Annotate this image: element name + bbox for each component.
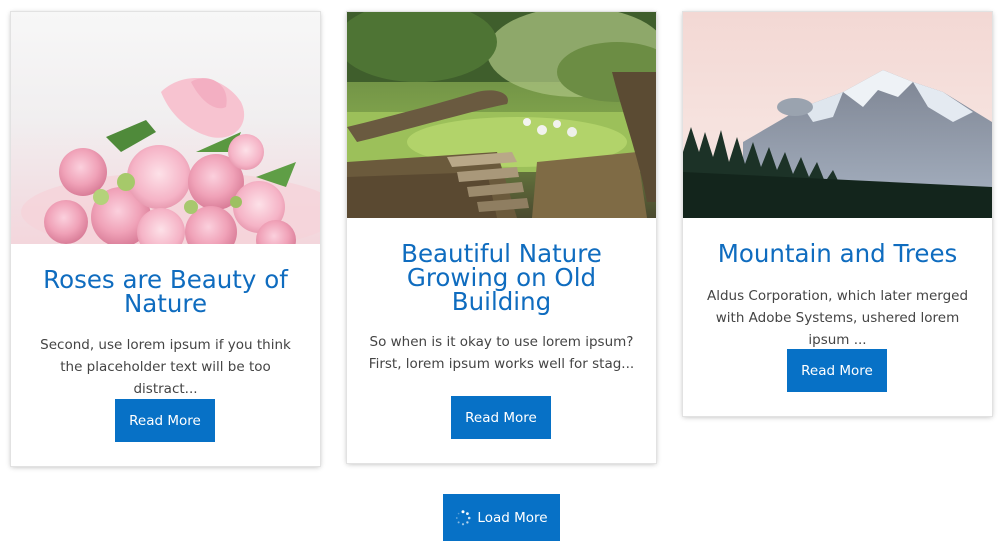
roses-image[interactable]: [11, 12, 320, 244]
read-more-button[interactable]: Read More: [451, 396, 551, 439]
read-more-button[interactable]: Read More: [787, 349, 887, 392]
card-title[interactable]: Mountain and Trees: [697, 241, 978, 266]
card-excerpt: Second, use lorem ipsum if you think the…: [40, 337, 291, 397]
card-excerpt: So when is it okay to use lorem ipsum? F…: [368, 334, 635, 372]
post-card-roses: Roses are Beauty of Nature Second, use l…: [11, 12, 320, 466]
card-title[interactable]: Roses are Beauty of Nature: [25, 267, 306, 316]
mountain-image[interactable]: [683, 12, 992, 218]
nature-building-image[interactable]: [347, 12, 656, 218]
card-excerpt: Aldus Corporation, which later merged wi…: [706, 288, 969, 348]
post-card-nature-building: Beautiful Nature Growing on Old Building…: [347, 12, 656, 463]
load-more-button[interactable]: Load More: [443, 494, 560, 541]
spinner-icon: [455, 509, 471, 526]
read-more-button[interactable]: Read More: [115, 399, 215, 442]
post-card-mountain: Mountain and Trees Aldus Corporation, wh…: [683, 12, 992, 416]
card-title[interactable]: Beautiful Nature Growing on Old Building: [361, 241, 642, 314]
load-more-label: Load More: [477, 509, 548, 526]
